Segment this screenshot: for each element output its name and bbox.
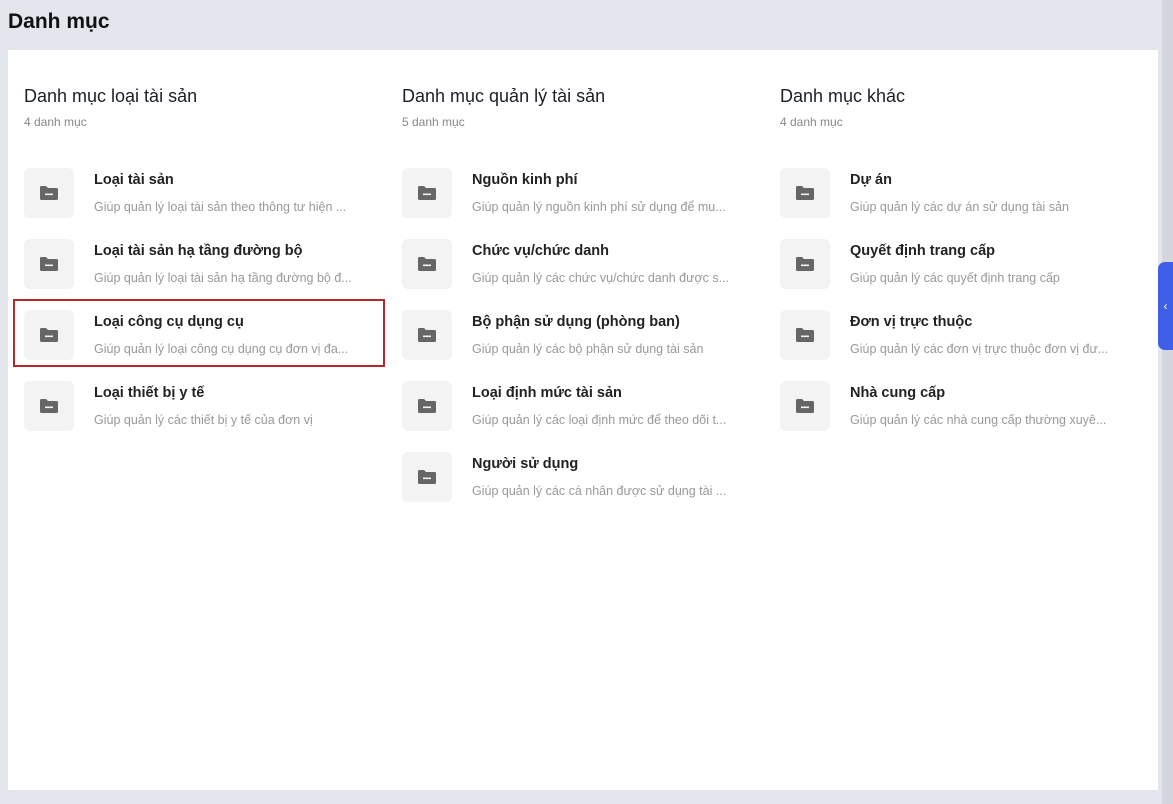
item-title: Loại định mức tài sản bbox=[472, 385, 622, 401]
chevron-left-icon: ‹ bbox=[1163, 299, 1168, 313]
folder-icon bbox=[402, 239, 452, 289]
item-description: Giúp quản lý loại tài sản theo thông tư … bbox=[94, 200, 347, 214]
item-description: Giúp quản lý nguồn kinh phí sử dụng để m… bbox=[472, 200, 726, 214]
item-description: Giúp quản lý các cá nhân được sử dụng tà… bbox=[472, 484, 727, 498]
folder-icon bbox=[24, 381, 74, 431]
category-item[interactable]: Quyết định trang cấp Giúp quản lý các quy… bbox=[780, 239, 1140, 299]
column-title: Danh mục loại tài sản bbox=[24, 86, 198, 106]
category-item[interactable]: Loại thiết bị y tế Giúp quản lý các thiết… bbox=[24, 381, 384, 441]
item-title: Loại tài sản hạ tầng đường bộ bbox=[94, 243, 303, 259]
item-title: Loại công cụ dụng cụ bbox=[94, 314, 244, 330]
item-description: Giúp quản lý các thiết bị y tế của đơn v… bbox=[94, 413, 313, 427]
category-item[interactable]: Bộ phận sử dụng (phòng ban) Giúp quản lý … bbox=[402, 310, 762, 370]
item-title: Nhà cung cấp bbox=[850, 385, 946, 401]
column-title: Danh mục quản lý tài sản bbox=[402, 86, 606, 106]
column-count: 4 danh mục bbox=[24, 115, 87, 129]
folder-icon bbox=[402, 168, 452, 218]
item-title: Loại tài sản bbox=[94, 172, 174, 188]
folder-icon bbox=[24, 168, 74, 218]
folder-icon bbox=[402, 381, 452, 431]
category-item[interactable]: Loại công cụ dụng cụ Giúp quản lý loại cô… bbox=[24, 310, 384, 370]
item-description: Giúp quản lý các chức vụ/chức danh được … bbox=[472, 271, 730, 285]
item-description: Giúp quản lý các quyết định trang cấp bbox=[850, 271, 1060, 285]
column-count: 5 danh mục bbox=[402, 115, 465, 129]
folder-icon bbox=[780, 239, 830, 289]
folder-icon bbox=[402, 310, 452, 360]
category-item[interactable]: Chức vụ/chức danh Giúp quản lý các chức v… bbox=[402, 239, 762, 299]
item-title: Người sử dụng bbox=[472, 456, 579, 472]
item-title: Quyết định trang cấp bbox=[850, 243, 996, 259]
item-description: Giúp quản lý các dự án sử dụng tài sản bbox=[850, 200, 1069, 214]
category-item[interactable]: Đơn vị trực thuộc Giúp quản lý các đơn vị… bbox=[780, 310, 1140, 370]
category-item[interactable]: Người sử dụng Giúp quản lý các cá nhân đư… bbox=[402, 452, 762, 512]
category-item[interactable]: Nhà cung cấp Giúp quản lý các nhà cung cấ… bbox=[780, 381, 1140, 441]
item-title: Loại thiết bị y tế bbox=[94, 385, 205, 401]
item-description: Giúp quản lý các nhà cung cấp thường xuy… bbox=[850, 413, 1107, 427]
folder-icon bbox=[402, 452, 452, 502]
column-title: Danh mục khác bbox=[780, 86, 906, 106]
folder-icon bbox=[24, 239, 74, 289]
category-item[interactable]: Nguồn kinh phí Giúp quản lý nguồn kinh ph… bbox=[402, 168, 762, 228]
folder-icon bbox=[780, 310, 830, 360]
folder-icon bbox=[780, 381, 830, 431]
item-title: Chức vụ/chức danh bbox=[472, 243, 610, 259]
item-title: Bộ phận sử dụng (phòng ban) bbox=[472, 314, 680, 330]
category-item[interactable]: Dự án Giúp quản lý các dự án sử dụng tài … bbox=[780, 168, 1140, 228]
column-count: 4 danh mục bbox=[780, 115, 843, 129]
item-description: Giúp quản lý các đơn vị trực thuộc đơn v… bbox=[850, 342, 1109, 356]
item-description: Giúp quản lý loại công cụ dụng cụ đơn vị… bbox=[94, 342, 349, 356]
item-description: Giúp quản lý các bộ phận sử dụng tài sản bbox=[472, 342, 704, 356]
item-title: Dự án bbox=[850, 172, 892, 188]
category-item[interactable]: Loại tài sản Giúp quản lý loại tài sản th… bbox=[24, 168, 384, 228]
scrollbar[interactable] bbox=[1162, 0, 1173, 804]
folder-icon bbox=[780, 168, 830, 218]
category-item[interactable]: Loại tài sản hạ tầng đường bộ Giúp quản l… bbox=[24, 239, 384, 299]
item-description: Giúp quản lý các loại định mức để theo d… bbox=[472, 413, 727, 427]
item-description: Giúp quản lý loại tài sản hạ tầng đường … bbox=[94, 271, 352, 285]
category-panel: Danh mục loại tài sản 4 danh mục Loại tài … bbox=[8, 50, 1158, 790]
category-item[interactable]: Loại định mức tài sản Giúp quản lý các lo… bbox=[402, 381, 762, 441]
page-title: Danh mục bbox=[8, 10, 110, 33]
collapse-sidebar-button[interactable]: ‹ bbox=[1158, 262, 1173, 350]
folder-icon bbox=[24, 310, 74, 360]
item-title: Nguồn kinh phí bbox=[472, 172, 578, 188]
item-title: Đơn vị trực thuộc bbox=[850, 314, 973, 330]
